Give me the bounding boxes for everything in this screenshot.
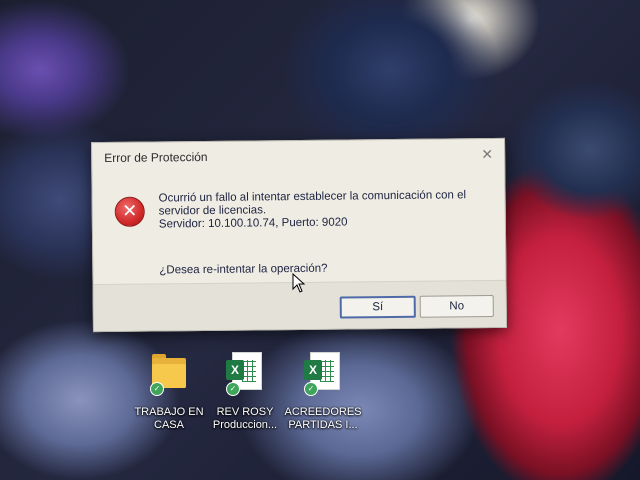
error-message: Ocurrió un fallo al intentar establecer … (159, 189, 489, 231)
yes-button[interactable]: Sí (339, 295, 416, 319)
desktop-icon-label: REV ROSY Produccion... (212, 406, 278, 431)
excel-file-icon: X ✓ (226, 352, 264, 396)
mouse-cursor-icon (292, 273, 306, 293)
no-button[interactable]: No (419, 294, 494, 318)
desktop-icon-rev-rosy[interactable]: X ✓ REV ROSY Produccion... (200, 352, 290, 432)
excel-file-icon: X ✓ (304, 352, 342, 396)
desktop-icon-label: ACREEDORES PARTIDAS I... (284, 406, 362, 431)
error-icon: ✕ (114, 196, 145, 227)
message-line: Servidor: 10.100.10.74, Puerto: 9020 (158, 216, 348, 231)
folder-icon: ✓ (150, 352, 188, 396)
sync-check-icon: ✓ (150, 382, 164, 396)
dialog-titlebar[interactable]: Error de Protección ✕ (92, 139, 504, 173)
sync-check-icon: ✓ (226, 382, 240, 396)
close-icon[interactable]: ✕ (478, 145, 496, 163)
error-dialog: Error de Protección ✕ ✕ Ocurrió un fallo… (91, 137, 507, 333)
sync-check-icon: ✓ (304, 382, 318, 396)
dialog-title: Error de Protección (104, 149, 208, 166)
desktop-icon-acreedores[interactable]: X ✓ ACREEDORES PARTIDAS I... (278, 352, 368, 432)
desktop-wallpaper: ✓ TRABAJO EN CASA X ✓ REV ROSY Produccio… (0, 0, 640, 480)
